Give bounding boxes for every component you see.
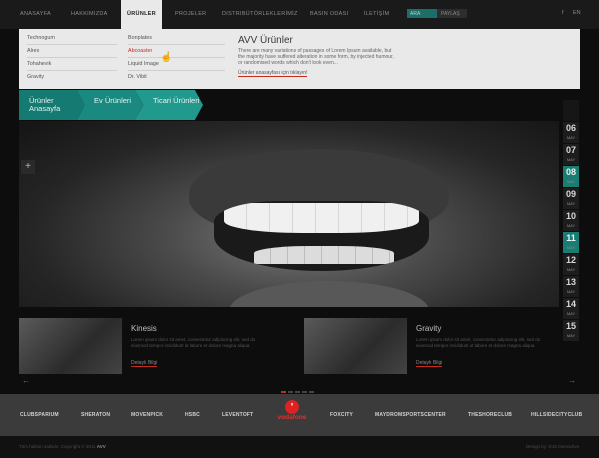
menu-item-gravity[interactable]: Gravity [27,71,117,84]
menu-item-liquid-image[interactable]: Liquid Image [128,58,225,71]
client-logo[interactable]: HILLSIDECITYCLUB [531,412,582,418]
hero-chin-shape [229,281,429,307]
news-thumbnail[interactable] [304,318,407,374]
preview-text: There are many variations of passages of… [238,48,394,66]
nav-item-about[interactable]: HAKKIMIZDA [71,11,108,17]
nav-item-projects[interactable]: PROJELER [175,11,206,17]
client-logo[interactable]: HSBC [185,412,200,418]
news-text: Lorem ipsum dolor sit amet, consectetur … [416,337,541,348]
news-more-link[interactable]: Detaylı Bilgi [416,360,443,367]
date-item[interactable]: 10 MAY [563,210,579,231]
news-item-kinesis: Kinesis Lorem ipsum dolor sit amet, cons… [19,318,279,374]
client-logo[interactable]: SHERATON [81,412,110,418]
date-item[interactable]: 11 MAY [563,232,579,253]
date-item[interactable]: 15 MAY [563,320,579,341]
date-item[interactable]: 06 MAY [563,122,579,143]
date-strip: 06 MAY 07 MAY 08 MAY 09 MAY 10 MAY 11 MAY 12 MAY 13 MAY… [563,100,579,342]
date-item[interactable]: 07 MAY [563,144,579,165]
news-text: Lorem ipsum dolor sit amet, consectetur … [131,337,256,348]
date-item[interactable]: 14 MAY [563,298,579,319]
nav-item-home[interactable]: ANASAYFA [20,11,51,17]
date-item[interactable]: 08 MAY [563,166,579,187]
search-input[interactable]: ARA [407,9,437,18]
products-dropdown: Technogum Alrex Tohahevik Gravity Bonpla… [19,29,580,89]
menu-item-bonplates[interactable]: Bonplates [128,32,225,45]
news-title[interactable]: Kinesis [131,324,157,333]
pagination-dot[interactable] [281,391,286,393]
news-item-gravity: Gravity Lorem ipsum dolor sit amet, cons… [304,318,564,374]
nav-item-contact[interactable]: İLETİŞİM [364,11,389,17]
design-credit[interactable]: Design by: DJS Interactive [526,444,579,449]
pagination-dot[interactable] [288,391,293,393]
breadcrumb-commercial-products[interactable]: Ticari Ürünleri [135,90,203,120]
clients-bar: CLUBSPARIUM SHERATON MOVENPICK HSBC LEVE… [0,394,599,436]
pagination-dot[interactable] [295,391,300,393]
date-item[interactable]: 09 MAY [563,188,579,209]
nav-item-press[interactable]: BASIN ODASI [310,11,348,17]
news-thumbnail[interactable] [19,318,122,374]
client-logo[interactable]: MAYDROMSPORTSCENTER [375,412,446,418]
date-item[interactable]: 12 MAY [563,254,579,275]
preview-link[interactable]: Ürünler anasayfası için tıklayın! [238,70,308,77]
preview-title: AVV Ürünler [238,35,293,46]
nav-item-distributors[interactable]: DISTRIBÜTÖRLEKLERİMİZ [222,11,298,17]
menu-item-dr-vibit[interactable]: Dr. Vibit [128,71,225,84]
date-item[interactable] [563,100,579,121]
date-item[interactable]: 13 MAY [563,276,579,297]
news-title[interactable]: Gravity [416,324,441,333]
copyright-text: Tüm hakları saklıdır. Copyright © 2011 A… [19,444,106,449]
search-box: ARA PAYLAŞ [407,9,467,18]
menu-item-abcoaster[interactable]: Abcoaster [128,45,225,58]
top-navigation: ANASAYFA HAKKIMIZDA ÜRÜNLER PROJELER DIS… [0,0,599,29]
hero-image [19,121,559,307]
hand-cursor-icon: ☝ [160,52,173,63]
pagination-dot[interactable] [302,391,307,393]
vodafone-logo[interactable]: ❜ vodafone [275,400,309,421]
client-logo[interactable]: FOXCITY [330,412,353,418]
nav-item-products[interactable]: ÜRÜNLER [121,0,162,29]
client-logo[interactable]: CLUBSPARIUM [20,412,59,418]
breadcrumb-home-products[interactable]: Ev Ürünleri [77,90,143,120]
footer: Tüm hakları saklıdır. Copyright © 2011 A… [0,436,599,458]
client-logo[interactable]: MOVENPICK [131,412,163,418]
facebook-icon[interactable]: f [562,10,564,16]
expand-plus-icon[interactable]: + [21,160,35,174]
breadcrumb-products-home[interactable]: Ürünler Anasayfa [19,90,85,120]
menu-item-alrex[interactable]: Alrex [27,45,117,58]
language-switch[interactable]: EN [573,10,581,16]
hero-mouth-shape [214,201,429,271]
menu-item-tohahevik[interactable]: Tohahevik [27,58,117,71]
share-button[interactable]: PAYLAŞ [441,11,460,17]
next-arrow-icon[interactable]: → [568,376,576,385]
client-logo[interactable]: LEVENTOFT [222,412,253,418]
pagination-dot[interactable] [309,391,314,393]
menu-item-technogum[interactable]: Technogum [27,32,117,45]
vodafone-icon: ❜ [285,400,299,414]
prev-arrow-icon[interactable]: ← [22,376,30,385]
client-logo[interactable]: THESHORECLUB [468,412,512,418]
news-more-link[interactable]: Detaylı Bilgi [131,360,158,367]
